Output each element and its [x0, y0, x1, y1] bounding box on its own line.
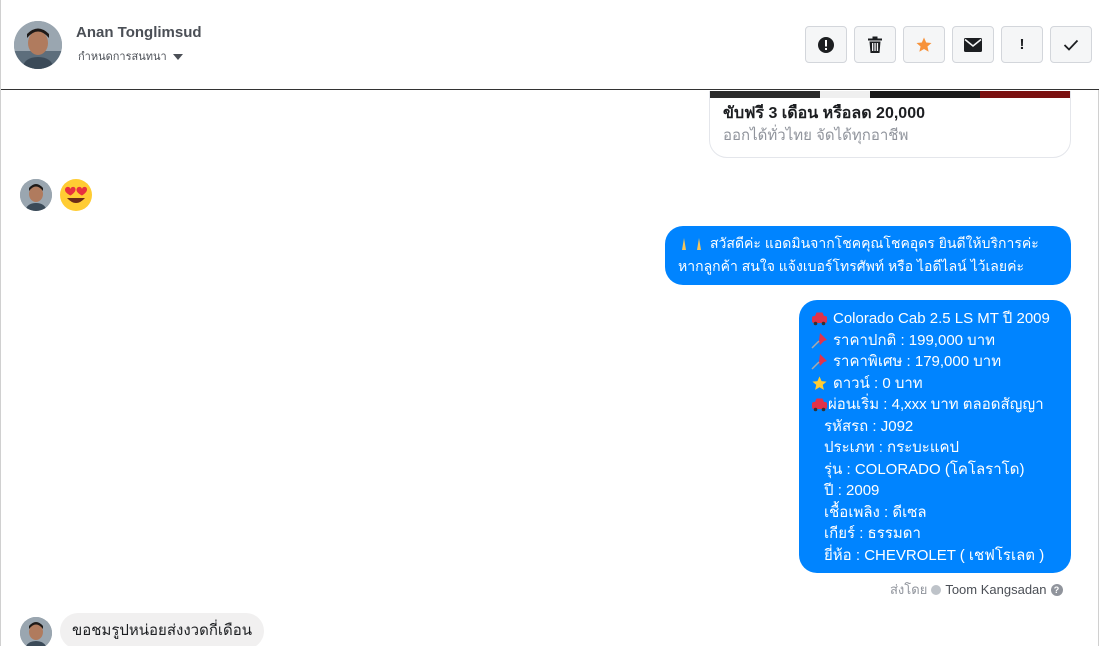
- star-icon: [915, 36, 933, 54]
- contact-name[interactable]: Anan Tonglimsud: [76, 24, 202, 41]
- star-icon: [811, 375, 828, 392]
- delete-button[interactable]: [854, 26, 896, 63]
- sent-by-note: ส่งโดย Toom Kangsadan ?: [890, 579, 1063, 600]
- star-button[interactable]: [903, 26, 945, 63]
- car-details-message[interactable]: Colorado Cab 2.5 LS MT ปี 2009 ราคาปกติ …: [799, 300, 1071, 573]
- chevron-down-icon: [172, 54, 183, 60]
- alert-circle-icon: [817, 36, 835, 54]
- exclamation-icon: !: [1019, 36, 1025, 53]
- praying-hands-icon: [678, 236, 708, 251]
- greeting-message[interactable]: สวัสดีค่ะ แอดมินจากโชคคุณโชคอุดร ยินดีให…: [665, 226, 1071, 285]
- contact-avatar[interactable]: [14, 21, 62, 69]
- messenger-window: Anan Tonglimsud กำหนดการสนทนา ! ขับฟรี 3…: [0, 0, 1099, 646]
- mark-done-button[interactable]: [1050, 26, 1092, 63]
- ad-image: [710, 91, 1070, 98]
- mark-important-button[interactable]: !: [1001, 26, 1043, 63]
- assign-conversation-dropdown[interactable]: กำหนดการสนทนา: [78, 47, 183, 65]
- help-icon[interactable]: ?: [1050, 583, 1063, 596]
- conversation-header: Anan Tonglimsud กำหนดการสนทนา !: [1, 0, 1099, 90]
- check-icon: [1063, 39, 1079, 51]
- heart-eyes-emoji-icon: [59, 178, 93, 212]
- contact-avatar-small[interactable]: [20, 617, 52, 646]
- message-thread[interactable]: ขับฟรี 3 เดือน หรือลด 20,000 ออกได้ทั่วไ…: [1, 91, 1099, 646]
- incoming-message[interactable]: ขอชมรูปหน่อยส่งงวดกี่เดือน: [60, 613, 265, 646]
- mark-spam-button[interactable]: [805, 26, 847, 63]
- car-icon: [811, 310, 828, 327]
- contact-avatar-small[interactable]: [20, 179, 52, 211]
- pushpin-icon: [811, 353, 828, 370]
- envelope-icon: [964, 37, 982, 52]
- assign-label: กำหนดการสนทนา: [78, 51, 167, 63]
- trash-icon: [867, 36, 883, 54]
- check-circle-icon: [931, 584, 942, 595]
- car-icon: [811, 396, 828, 413]
- ad-reply-card[interactable]: ขับฟรี 3 เดือน หรือลด 20,000 ออกได้ทั่วไ…: [709, 91, 1071, 158]
- conversation-toolbar: !: [805, 26, 1092, 63]
- mark-unread-button[interactable]: [952, 26, 994, 63]
- sender-name[interactable]: Toom Kangsadan: [945, 582, 1046, 597]
- pushpin-icon: [811, 332, 828, 349]
- ad-subtitle: ออกได้ทั่วไทย จัดได้ทุกอาชีพ: [723, 127, 909, 144]
